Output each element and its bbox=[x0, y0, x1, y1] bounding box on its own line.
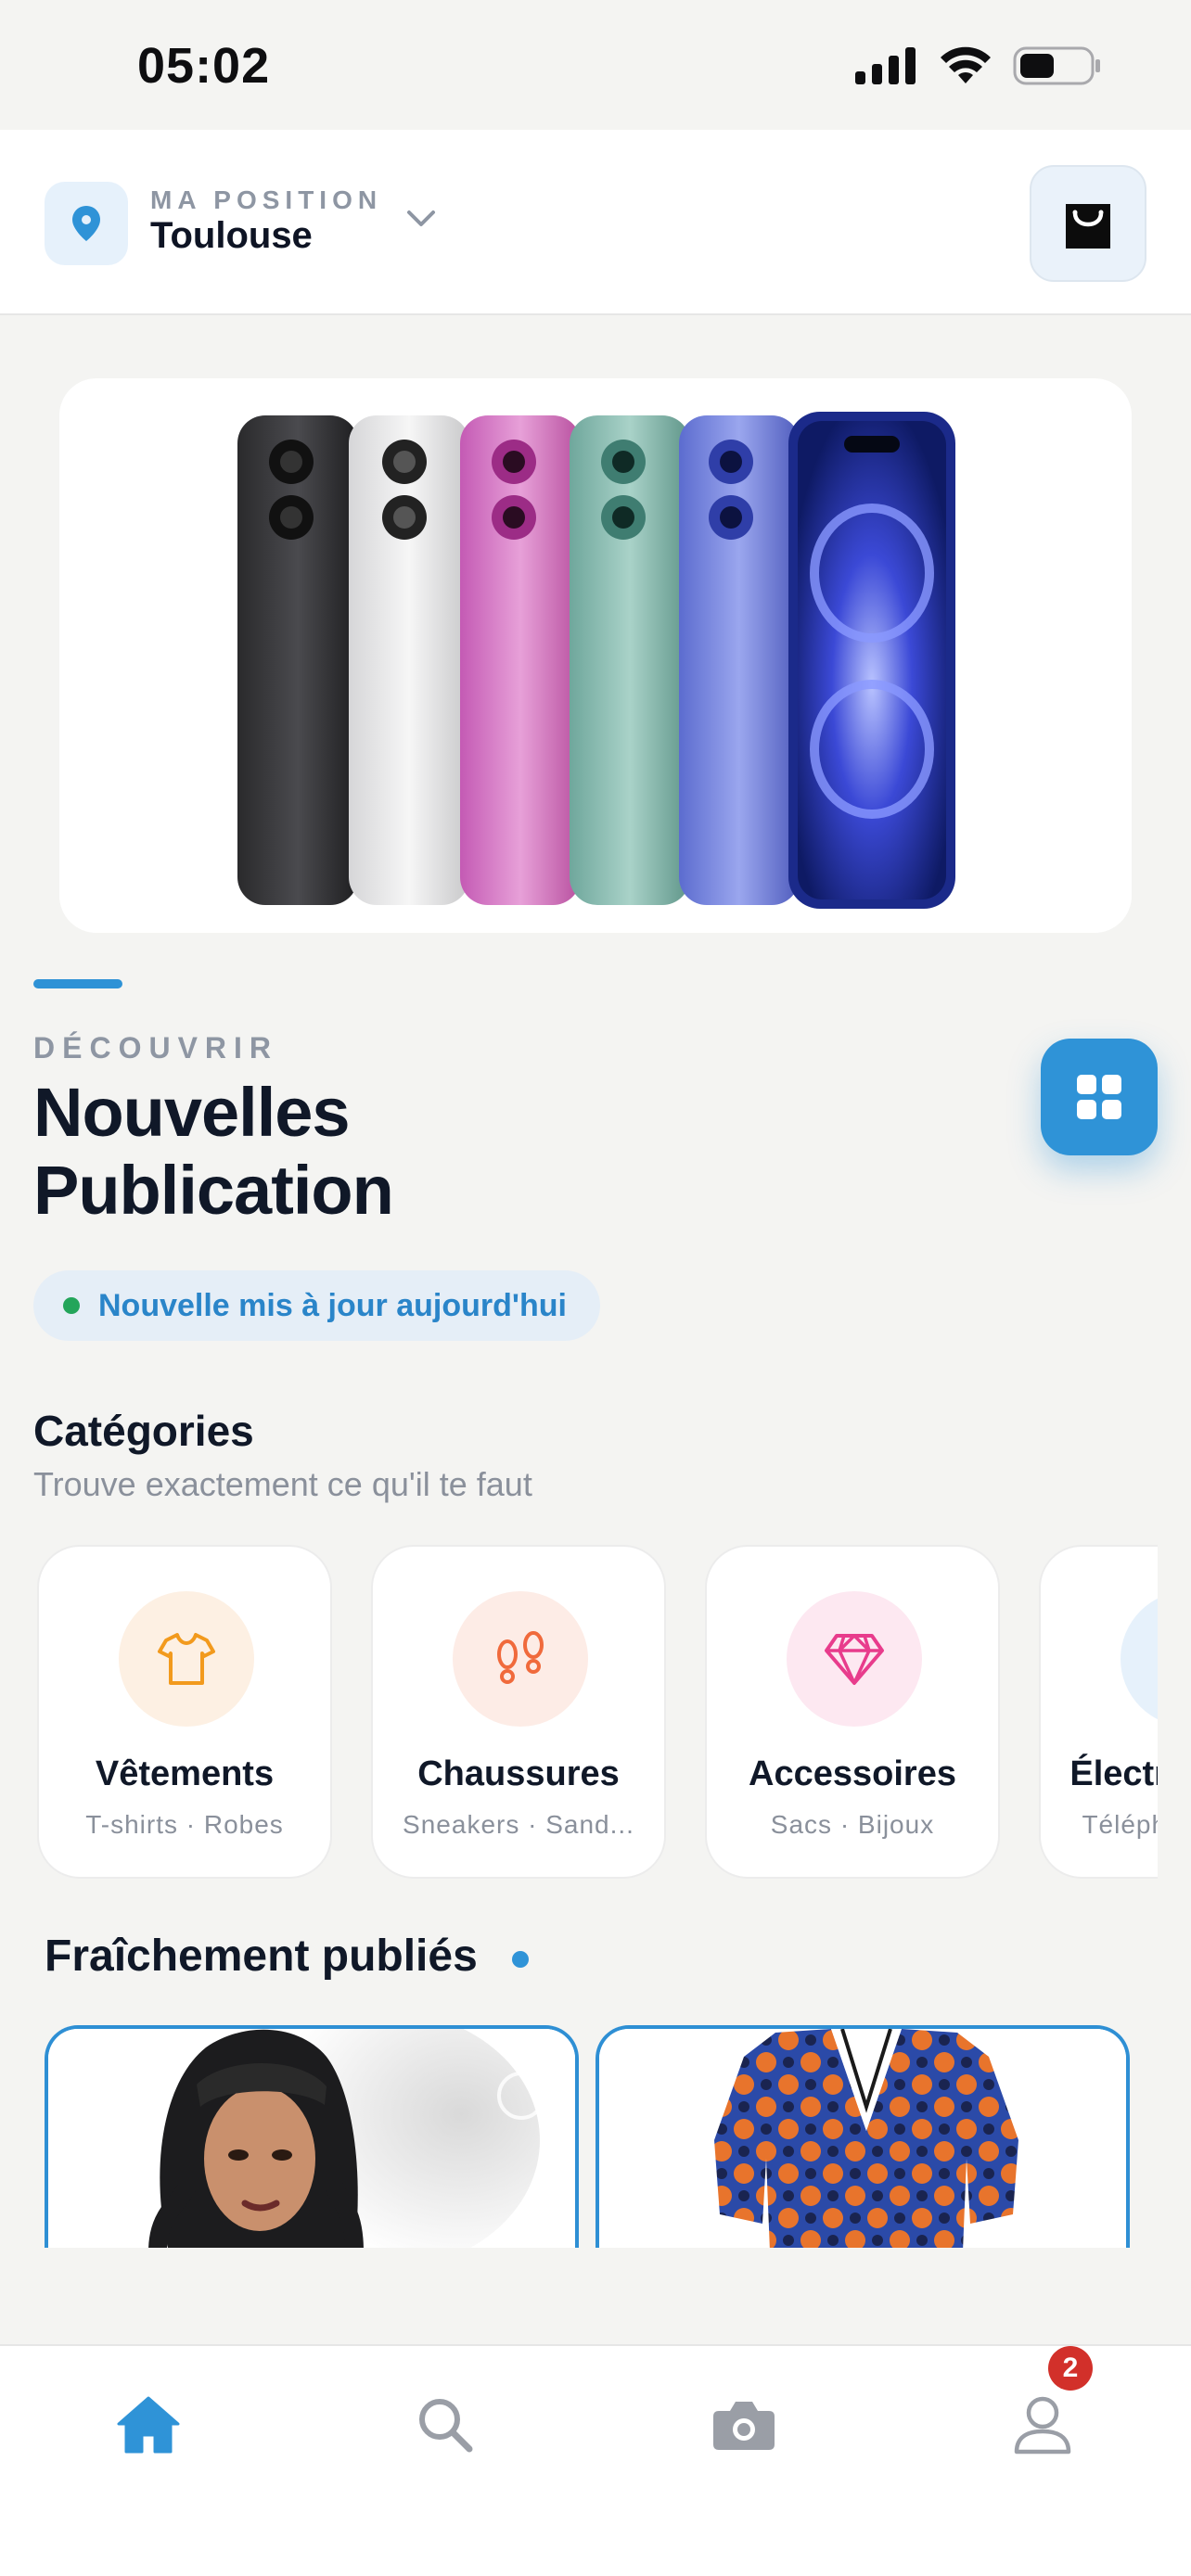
grid-icon bbox=[1077, 1075, 1121, 1119]
categories-title: Catégories bbox=[33, 1407, 254, 1455]
notification-badge: 2 bbox=[1048, 2346, 1093, 2391]
tab-home[interactable] bbox=[93, 2365, 204, 2485]
promo-banner[interactable] bbox=[59, 378, 1132, 933]
update-badge: Nouvelle mis à jour aujourd'hui bbox=[33, 1270, 600, 1341]
page-title-line2: Publication bbox=[33, 1152, 394, 1229]
category-icon-bg bbox=[1121, 1591, 1158, 1727]
footprints-icon bbox=[497, 1631, 544, 1684]
category-card-chaussures[interactable]: Chaussures Sneakers · Sand... bbox=[371, 1545, 666, 1879]
status-dot bbox=[63, 1297, 80, 1314]
location-button[interactable] bbox=[45, 182, 128, 265]
categories-subtitle: Trouve exactement ce qu'il te faut bbox=[33, 1465, 532, 1503]
chevron-down-icon[interactable] bbox=[404, 208, 438, 230]
section-eyebrow: DÉCOUVRIR bbox=[33, 1031, 279, 1065]
category-name: Accessoires bbox=[749, 1754, 956, 1793]
category-card-vetements[interactable]: Vêtements T-shirts · Robes bbox=[37, 1545, 332, 1879]
category-name: Vêtements bbox=[95, 1754, 275, 1793]
home-icon bbox=[117, 2396, 180, 2454]
wifi-icon bbox=[941, 46, 991, 83]
category-tags: T-shirts · Robes bbox=[85, 1810, 284, 1839]
category-icon-bg bbox=[453, 1591, 588, 1727]
category-card-electroniques[interactable]: Électroniques Téléphones · PC bbox=[1039, 1545, 1158, 1879]
woman-curly-hair-portrait bbox=[48, 2029, 575, 2248]
status-bar: 05:02 bbox=[0, 0, 1191, 130]
category-card-accessoires[interactable]: Accessoires Sacs · Bijoux bbox=[705, 1545, 1000, 1879]
tab-camera[interactable] bbox=[688, 2365, 800, 2485]
category-tags: Sacs · Bijoux bbox=[770, 1810, 935, 1839]
map-pin-icon bbox=[72, 206, 100, 241]
page-title-line1: Nouvelles bbox=[33, 1074, 351, 1151]
product-card[interactable] bbox=[45, 2025, 579, 2248]
category-icon-bg bbox=[119, 1591, 254, 1727]
tshirt-icon bbox=[158, 1633, 215, 1685]
tab-search[interactable] bbox=[390, 2365, 501, 2485]
cart-button[interactable] bbox=[1030, 165, 1146, 282]
category-tags: Sneakers · Sand... bbox=[403, 1810, 634, 1839]
status-icons bbox=[855, 46, 1102, 85]
fresh-title: Fraîchement publiés bbox=[45, 1932, 478, 1981]
page-title: Nouvelles Publication bbox=[33, 1074, 394, 1230]
shopping-bag-icon bbox=[1066, 204, 1110, 249]
tab-bar bbox=[0, 2344, 1191, 2576]
categories-carousel[interactable]: Vêtements T-shirts · Robes Chaussures Sn… bbox=[33, 1541, 1158, 1886]
header: MA POSITION Toulouse bbox=[0, 130, 1191, 315]
position-city[interactable]: Toulouse bbox=[150, 215, 313, 257]
smartphone-lineup-banner bbox=[237, 412, 955, 909]
camera-icon bbox=[713, 2402, 775, 2450]
category-tags: Téléphones · PC bbox=[1082, 1810, 1158, 1839]
category-name: Chaussures bbox=[417, 1754, 620, 1793]
section-accent-line bbox=[33, 979, 122, 988]
category-name: Électroniques bbox=[1069, 1754, 1158, 1793]
battery-icon bbox=[1013, 46, 1100, 85]
product-card[interactable] bbox=[596, 2025, 1130, 2248]
search-icon bbox=[419, 2399, 473, 2453]
profile-icon bbox=[1014, 2396, 1071, 2455]
diamond-icon bbox=[825, 1634, 884, 1685]
grid-view-button[interactable] bbox=[1041, 1039, 1158, 1155]
position-label: MA POSITION bbox=[150, 185, 383, 214]
status-time: 05:02 bbox=[137, 38, 271, 94]
fresh-indicator-dot bbox=[512, 1951, 529, 1968]
category-icon-bg bbox=[787, 1591, 922, 1727]
signal-icon bbox=[855, 47, 916, 84]
content-gap bbox=[0, 2248, 1191, 2344]
update-text: Nouvelle mis à jour aujourd'hui bbox=[98, 1287, 567, 1323]
african-print-dress bbox=[599, 2029, 1126, 2248]
